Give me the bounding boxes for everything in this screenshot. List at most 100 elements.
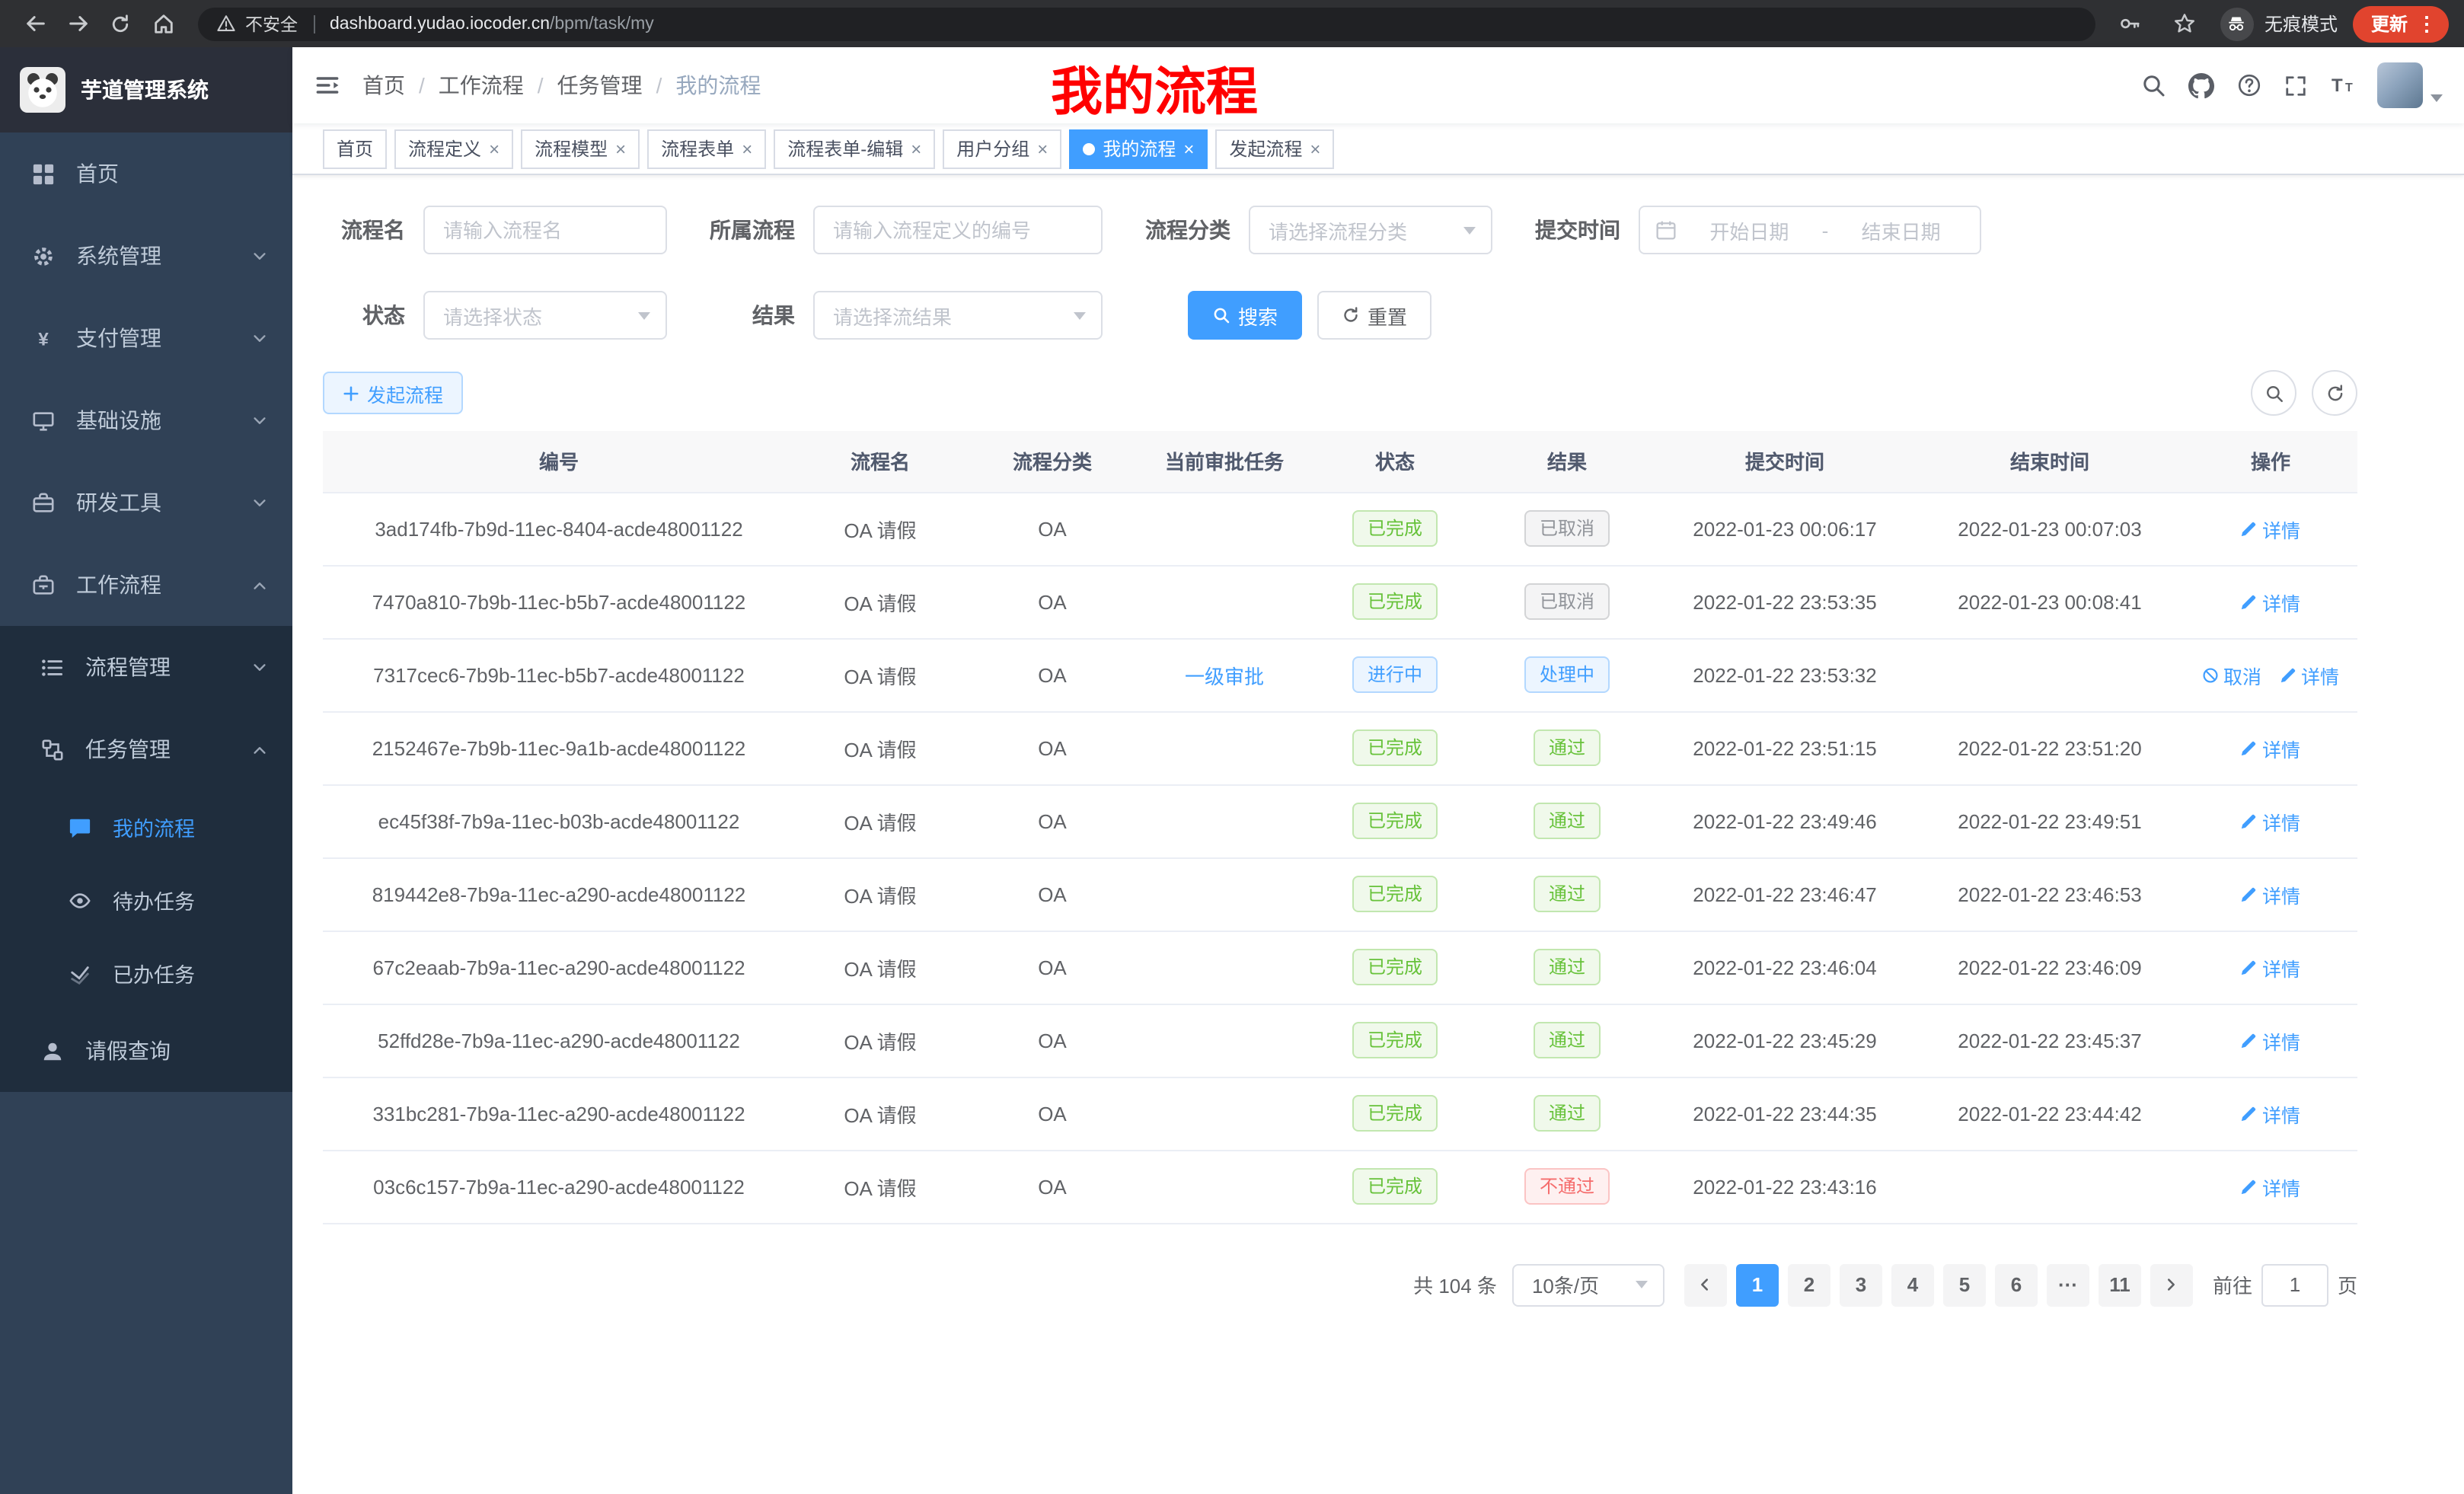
fullscreen-icon[interactable] (2284, 74, 2307, 97)
chevron-down-icon (251, 412, 268, 429)
tab-tag-6[interactable]: 我的流程× (1069, 129, 1208, 168)
question-icon[interactable] (2237, 73, 2261, 97)
update-browser-button[interactable]: 更新 ⋮ (2353, 5, 2449, 42)
detail-link[interactable]: 详情 (2241, 953, 2300, 982)
sidebar-item-payment-management[interactable]: ¥支付管理 (0, 297, 292, 379)
page-button-11[interactable]: 11 (2099, 1263, 2141, 1306)
detail-link[interactable]: 详情 (2241, 514, 2300, 543)
sidebar-item-dev-tools[interactable]: 研发工具 (0, 461, 292, 544)
close-icon[interactable]: × (1037, 139, 1048, 158)
detail-link[interactable]: 详情 (2241, 733, 2300, 762)
forward-button[interactable] (58, 4, 97, 43)
tab-tag-3[interactable]: 流程表单× (647, 129, 766, 168)
sidebar-item-process-management[interactable]: 流程管理 (0, 626, 292, 708)
back-button[interactable] (15, 4, 55, 43)
submit-time-range-picker[interactable]: 开始日期 - 结束日期 (1639, 206, 1981, 254)
tab-tag-0[interactable]: 首页 (323, 129, 387, 168)
close-icon[interactable]: × (615, 139, 626, 158)
toggle-search-button[interactable] (2251, 370, 2296, 416)
breadcrumb-item[interactable]: 工作流程 (439, 70, 524, 101)
result-tag: 通过 (1534, 1022, 1601, 1058)
create-process-label: 发起流程 (367, 378, 443, 407)
sidebar-item-todo-tasks[interactable]: 待办任务 (0, 864, 292, 937)
font-size-icon[interactable]: TT (2330, 73, 2354, 97)
cancel-link[interactable]: 取消 (2202, 660, 2261, 689)
page-size-select[interactable]: 10条/页 (1512, 1263, 1664, 1306)
next-page-button[interactable] (2150, 1263, 2193, 1306)
detail-link[interactable]: 详情 (2241, 587, 2300, 616)
detail-link[interactable]: 详情 (2280, 660, 2339, 689)
home-button[interactable] (143, 4, 183, 43)
address-bar[interactable]: 不安全 dashboard.yudao.iocoder.cn/bpm/task/… (198, 7, 2095, 40)
close-icon[interactable]: × (742, 139, 752, 158)
page-button-2[interactable]: 2 (1788, 1263, 1830, 1306)
sidebar-item-my-process[interactable]: 我的流程 (0, 790, 292, 864)
sidebar-item-infrastructure[interactable]: 基础设施 (0, 379, 292, 461)
sidebar-item-leave-query[interactable]: 请假查询 (0, 1010, 292, 1092)
cell-actions: 详情 (2184, 565, 2357, 638)
detail-link[interactable]: 详情 (2241, 1026, 2300, 1055)
chevron-down-icon (2430, 94, 2443, 102)
page-button-1[interactable]: 1 (1736, 1263, 1779, 1306)
tab-tag-2[interactable]: 流程模型× (521, 129, 640, 168)
bookmark-star-icon[interactable] (2166, 4, 2205, 43)
detail-link[interactable]: 详情 (2241, 1099, 2300, 1128)
page-button-3[interactable]: 3 (1840, 1263, 1882, 1306)
incognito-chip[interactable]: 无痕模式 (2220, 7, 2338, 40)
cell-status: 已完成 (1310, 1004, 1480, 1077)
github-icon[interactable] (2188, 72, 2214, 98)
tab-tag-1[interactable]: 流程定义× (394, 129, 513, 168)
prev-page-button[interactable] (1684, 1263, 1727, 1306)
process-name-input[interactable] (423, 206, 667, 254)
sidebar-item-done-tasks[interactable]: 已办任务 (0, 937, 292, 1010)
hamburger-icon[interactable] (314, 72, 341, 99)
close-icon[interactable]: × (1183, 139, 1194, 158)
breadcrumb-item[interactable]: 任务管理 (557, 70, 643, 101)
sidebar-item-system-management[interactable]: 系统管理 (0, 215, 292, 297)
breadcrumb-item[interactable]: 首页 (362, 70, 405, 101)
detail-link[interactable]: 详情 (2241, 806, 2300, 835)
result-select[interactable]: 请选择流结果 (813, 291, 1103, 340)
user-avatar-menu[interactable] (2377, 62, 2443, 108)
page-button-4[interactable]: 4 (1891, 1263, 1934, 1306)
browser-window: 不安全 dashboard.yudao.iocoder.cn/bpm/task/… (0, 0, 2464, 1494)
detail-link[interactable]: 详情 (2241, 879, 2300, 908)
refresh-table-button[interactable] (2312, 370, 2357, 416)
cell-end-time: 2022-01-23 00:07:03 (1916, 492, 2184, 565)
pager-ellipsis[interactable]: ··· (2047, 1263, 2089, 1306)
page-button-6[interactable]: 6 (1995, 1263, 2038, 1306)
app-logo-row[interactable]: 芋道管理系统 (0, 47, 292, 132)
svg-text:¥: ¥ (37, 328, 48, 349)
detail-label: 详情 (2262, 1172, 2300, 1201)
cell-submit-time: 2022-01-22 23:44:35 (1654, 1077, 1916, 1150)
close-icon[interactable]: × (1310, 139, 1320, 158)
tab-tag-4[interactable]: 流程表单-编辑× (774, 129, 935, 168)
tab-tag-5[interactable]: 用户分组× (943, 129, 1061, 168)
browser-menu-icon[interactable]: ⋮ (2417, 14, 2437, 34)
detail-link[interactable]: 详情 (2241, 1172, 2300, 1201)
sidebar-item-workflow[interactable]: 工作流程 (0, 544, 292, 626)
url-text: dashboard.yudao.iocoder.cn/bpm/task/my (330, 14, 654, 33)
sidebar-item-task-management[interactable]: 任务管理 (0, 708, 292, 790)
search-button[interactable]: 搜索 (1188, 291, 1302, 340)
search-icon[interactable] (2141, 73, 2166, 97)
result-label: 结果 (710, 300, 813, 330)
tab-tag-7[interactable]: 发起流程× (1215, 129, 1334, 168)
cell-category: OA (965, 1004, 1139, 1077)
cell-category: OA (965, 492, 1139, 565)
process-def-input[interactable] (813, 206, 1103, 254)
current-task-link[interactable]: 一级审批 (1185, 665, 1264, 688)
password-key-icon[interactable] (2111, 4, 2150, 43)
cell-id: 7317cec6-7b9b-11ec-b5b7-acde48001122 (323, 638, 795, 711)
cell-actions: 取消详情 (2184, 638, 2357, 711)
create-process-button[interactable]: 发起流程 (323, 372, 463, 414)
reset-button[interactable]: 重置 (1317, 291, 1431, 340)
page-button-5[interactable]: 5 (1943, 1263, 1986, 1306)
close-icon[interactable]: × (911, 139, 921, 158)
status-select[interactable]: 请选择状态 (423, 291, 667, 340)
category-select[interactable]: 请选择流程分类 (1249, 206, 1492, 254)
close-icon[interactable]: × (489, 139, 500, 158)
goto-page-input[interactable] (2261, 1263, 2328, 1306)
sidebar-item-home[interactable]: 首页 (0, 132, 292, 215)
reload-button[interactable] (101, 4, 140, 43)
